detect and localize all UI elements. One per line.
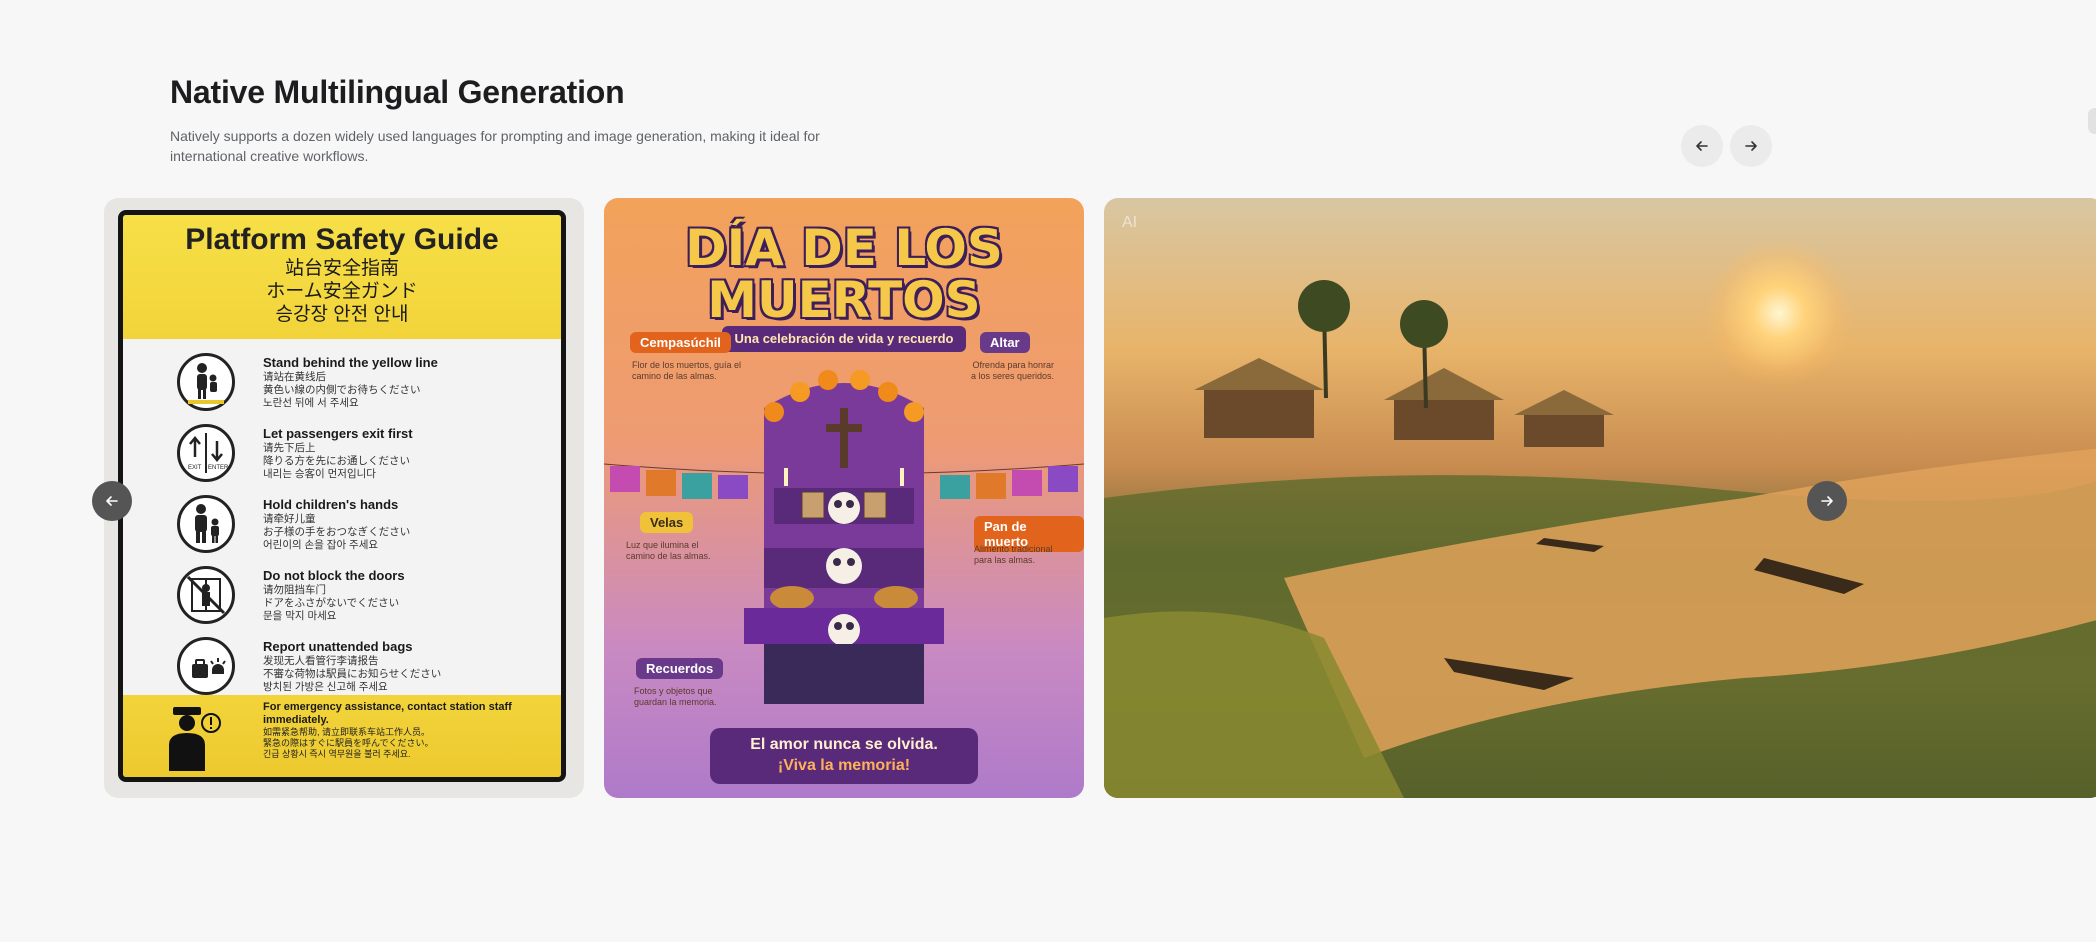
sign-item-ko: 노란선 뒤에 서 주세요 [263, 397, 359, 409]
next-slide-button[interactable] [1730, 125, 1772, 167]
image-carousel[interactable]: Platform Safety Guide 站台安全指南 ホーム安全ガンド 승강… [0, 198, 2096, 798]
desc-pan-de-muerto: Alimento tradicional para las almas. [974, 544, 1053, 565]
side-panel-handle[interactable] [2088, 108, 2096, 134]
safety-sign-image: Platform Safety Guide 站台安全指南 ホーム安全ガンド 승강… [118, 210, 566, 782]
page-title: Native Multilingual Generation [170, 74, 625, 110]
sign-item-zh: 发现无人看管行李请报告 [263, 655, 379, 667]
sign-item-ja: ドアをふさがないでください [263, 597, 400, 609]
label-altar: Altar [980, 332, 1030, 353]
sign-item-zh: 请站在黄线后 [263, 371, 326, 383]
sign-item-ja: 黄色い線の内側でお待ちください [263, 384, 421, 396]
arrow-left-icon [106, 496, 118, 506]
poster-banner: El amor nunca se olvida. ¡Viva la memori… [710, 728, 978, 784]
poster-banner-line2: ¡Viva la memoria! [777, 757, 911, 774]
desc-recuerdos: Fotos y objetos que guardan la memoria. [634, 686, 717, 707]
footer-ja: 緊急の際はすぐに駅員を呼んでください。 [263, 738, 434, 748]
sign-item: Do not block the doors 请勿阻挡车门 ドアをふさがないでく… [123, 560, 561, 631]
sign-item-ko: 문을 막지 마세요 [263, 610, 337, 622]
enter-label: ENTER [208, 465, 229, 471]
desc-altar: Ofrenda para honrar a los seres queridos… [970, 360, 1054, 381]
poster-title-line2: MUERTOS [707, 271, 981, 329]
carousel-card-dia-de-los-muertos[interactable]: DÍA DE LOS MUERTOS Una celebración de vi… [604, 198, 1084, 798]
river-village-scene [1104, 280, 2096, 798]
altar-illustration [744, 370, 944, 704]
poster-banner-line1: El amor nunca se olvida. [750, 736, 938, 753]
sign-item-en: Report unattended bags [263, 639, 413, 654]
sign-item-zh: 请牵好儿童 [263, 513, 316, 525]
sign-item-ja: お子様の手をおつなぎください [263, 526, 411, 538]
footer-ko: 긴급 상황시 즉시 역무원을 불러 주세요. [263, 749, 411, 759]
label-cempasuchil: Cempasúchil [630, 332, 731, 353]
desc-cempasuchil: Flor de los muertos, guía el camino de l… [632, 360, 742, 381]
sign-title: Platform Safety Guide [185, 223, 499, 256]
station-officer-icon [169, 707, 221, 771]
exit-label: EXIT [188, 465, 202, 471]
sign-item-ko: 어린이의 손을 잡아 주세요 [263, 539, 379, 551]
sign-item-ko: 방치된 가방은 신고해 주세요 [263, 681, 388, 693]
label-velas: Velas [640, 512, 694, 533]
carousel-prev-button[interactable] [92, 481, 132, 521]
arrow-right-icon [1745, 141, 1757, 151]
sign-item-zh: 请勿阻挡车门 [263, 584, 326, 596]
unattended-bag-icon [177, 637, 235, 695]
sign-item: Stand behind the yellow line 请站在黄线后 黄色い線… [123, 347, 561, 418]
poster-title-line1: DÍA DE LOS [685, 219, 1003, 277]
poster-title: DÍA DE LOS MUERTOS [604, 222, 1084, 326]
ai-generated-badge: AI [1122, 214, 1138, 231]
person-standing-icon [177, 353, 235, 411]
prev-slide-button[interactable] [1681, 125, 1723, 167]
label-recuerdos: Recuerdos [636, 658, 724, 679]
poster-ribbon: Una celebración de vida y recuerdo [722, 326, 966, 352]
sign-emergency-footer: For emergency assistance, contact statio… [123, 695, 561, 777]
sign-item-en: Let passengers exit first [263, 426, 413, 441]
sign-item-ja: 降りる方を先にお通しください [263, 455, 410, 467]
arrow-right-icon [1821, 496, 1833, 506]
sign-title-zh: 站台安全指南 [284, 258, 399, 279]
sign-item-en: Do not block the doors [263, 568, 405, 583]
carousel-card-safety-guide[interactable]: Platform Safety Guide 站台安全指南 ホーム安全ガンド 승강… [104, 198, 584, 798]
carousel-next-button[interactable] [1807, 481, 1847, 521]
arrow-left-icon [1696, 141, 1708, 151]
adult-child-icon [177, 495, 235, 553]
sign-item: Hold children's hands 请牵好儿童 お子様の手をおつなぎくだ… [123, 489, 561, 560]
sign-title-ko: 승강장 안전 안내 [275, 304, 409, 325]
sign-title-ja: ホーム安全ガンド [266, 281, 418, 302]
no-blocking-doors-icon [177, 566, 235, 624]
sign-item-en: Hold children's hands [263, 497, 399, 512]
sign-item-en: Stand behind the yellow line [263, 355, 438, 370]
sign-item-ja: 不審な荷物は駅員にお知らせください [263, 668, 442, 680]
sign-item: EXIT ENTER Let passengers exit first 请先下后… [123, 418, 561, 489]
exit-enter-arrows-icon: EXIT ENTER [177, 424, 235, 482]
sign-item: Report unattended bags 发现无人看管行李请报告 不審な荷物… [123, 631, 561, 702]
page-description: Natively supports a dozen widely used la… [170, 128, 820, 164]
footer-en: For emergency assistance, contact statio… [263, 701, 512, 726]
carousel-card-river-village[interactable]: AI [1104, 198, 2096, 798]
sign-item-ko: 내리는 승客이 먼저입니다 [263, 468, 376, 480]
sign-item-zh: 请先下后上 [263, 442, 316, 454]
footer-zh: 如需紧急帮助, 请立即联系车站工作人员。 [263, 727, 431, 737]
desc-velas: Luz que ilumina el camino de las almas. [626, 540, 711, 561]
